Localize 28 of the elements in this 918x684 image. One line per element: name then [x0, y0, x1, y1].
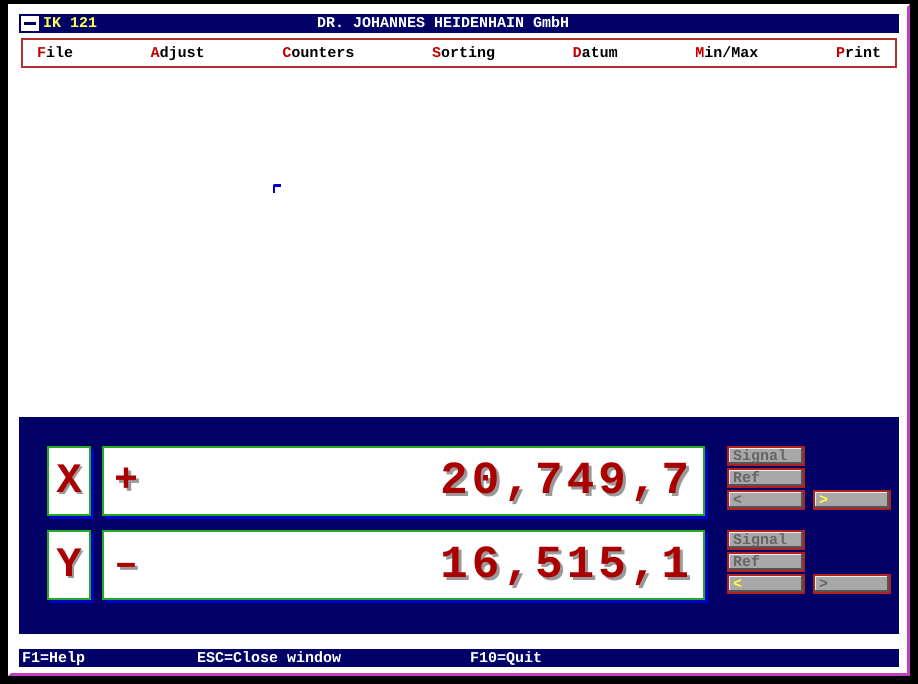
- menu-item[interactable]: File: [37, 44, 74, 62]
- system-menu-button[interactable]: [21, 16, 39, 31]
- axis-label: Y: [47, 530, 91, 600]
- menu-item[interactable]: Counters: [282, 44, 354, 62]
- position-value: 16,515,1: [440, 539, 693, 591]
- direction-button[interactable]: <: [727, 490, 805, 510]
- axis-button[interactable]: Ref: [727, 468, 805, 488]
- menu-item[interactable]: Min/Max: [695, 44, 758, 62]
- direction-button[interactable]: <: [727, 574, 805, 594]
- axis-button[interactable]: Signal: [727, 446, 805, 466]
- window-title: DR. JOHANNES HEIDENHAIN GmbH: [316, 15, 570, 32]
- direction-button[interactable]: >: [813, 490, 891, 510]
- axis-button[interactable]: Signal: [727, 530, 805, 550]
- axis-label: X: [47, 446, 91, 516]
- key-hint: F10=Quit: [470, 650, 542, 666]
- sign-text: +: [114, 458, 138, 504]
- app-label: IK 121: [43, 15, 98, 32]
- cursor-icon: [273, 184, 281, 193]
- direction-button[interactable]: >: [813, 574, 891, 594]
- sign-text: –: [114, 542, 138, 588]
- position-value: 20,749,7: [440, 455, 693, 507]
- menu-item[interactable]: Datum: [572, 44, 618, 62]
- menu-item[interactable]: Sorting: [432, 44, 495, 62]
- menu-item[interactable]: Adjust: [150, 44, 205, 62]
- key-hint: F1=Help: [22, 650, 86, 666]
- axis-button[interactable]: Ref: [727, 552, 805, 572]
- key-hint: ESC=Close window: [197, 650, 342, 666]
- menu-item[interactable]: Print: [836, 44, 881, 62]
